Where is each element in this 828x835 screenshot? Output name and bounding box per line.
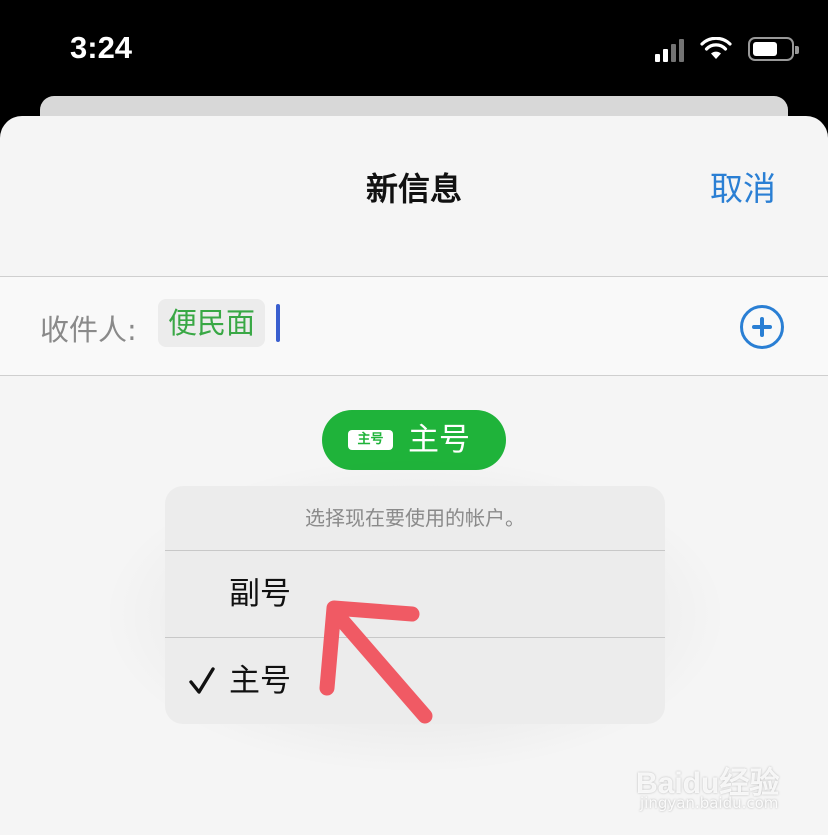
text-cursor xyxy=(276,304,280,342)
checkmark-icon xyxy=(189,667,215,694)
sheet-title: 新信息 xyxy=(365,170,462,208)
baidu-watermark: Baidu经验 jingyan.baidu.com xyxy=(636,750,806,820)
status-time: 3:24 xyxy=(70,30,133,65)
menu-header: 选择现在要使用的帐户。 xyxy=(305,506,525,530)
battery-icon xyxy=(748,37,799,61)
cellular-signal-icon xyxy=(655,36,684,62)
recipient-label: 收件人: xyxy=(40,313,137,347)
recipient-chip[interactable]: 便民面 xyxy=(158,299,266,347)
recipient-row[interactable]: 收件人: 便民面 xyxy=(0,277,828,375)
status-icons xyxy=(655,36,799,62)
cancel-button[interactable]: 取消 xyxy=(710,162,776,210)
menu-item-label: 副号 xyxy=(229,576,291,612)
account-selector-label: 主号 xyxy=(408,422,470,458)
watermark-url: jingyan.baidu.com xyxy=(640,794,779,812)
plus-circle-icon[interactable] xyxy=(740,305,784,349)
status-bar: 3:24 xyxy=(0,0,828,100)
account-badge: 主号 xyxy=(348,430,393,450)
annotation-arrow-icon xyxy=(319,600,433,724)
recipient-divider xyxy=(0,375,828,376)
wifi-icon xyxy=(700,37,732,59)
menu-item-label: 主号 xyxy=(229,663,291,699)
